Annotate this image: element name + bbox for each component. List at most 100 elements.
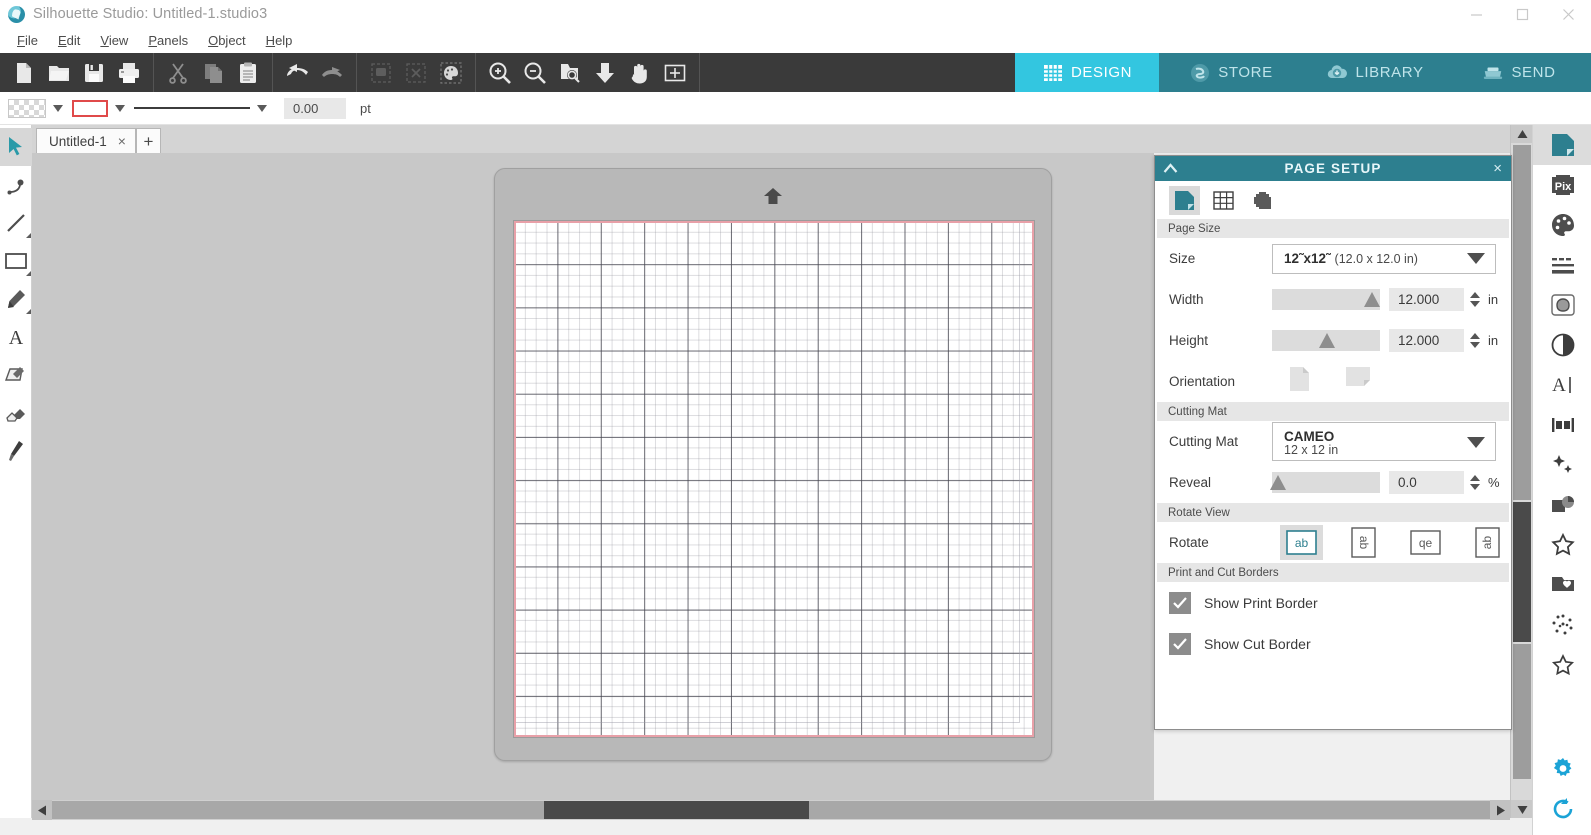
draw-tool[interactable]: [0, 280, 32, 318]
page-size-chevron-down-icon[interactable]: [1467, 253, 1485, 264]
text-tool[interactable]: A: [0, 318, 32, 356]
undo-arrow-icon[interactable]: [282, 58, 312, 88]
preferences-button[interactable]: [1533, 749, 1591, 789]
deselect-icon[interactable]: [401, 58, 431, 88]
orientation-portrait[interactable]: [1289, 366, 1310, 397]
mode-tab-send[interactable]: SEND: [1447, 53, 1591, 92]
text-style-panel-button[interactable]: A: [1533, 365, 1591, 405]
line-tool[interactable]: [0, 204, 32, 242]
menu-view[interactable]: View: [91, 30, 137, 51]
width-input[interactable]: 12.000: [1389, 288, 1464, 311]
fit-down-arrow-icon[interactable]: [590, 58, 620, 88]
draw-tool-flyout-icon[interactable]: [26, 309, 31, 314]
horizontal-scrollbar[interactable]: [32, 800, 1510, 820]
new-page-icon[interactable]: [9, 58, 39, 88]
redo-arrow-icon[interactable]: [317, 58, 347, 88]
copy-icon[interactable]: [198, 58, 228, 88]
hand-icon[interactable]: [625, 58, 655, 88]
sync-button[interactable]: [1533, 789, 1591, 829]
page-setup-panel-button[interactable]: [1533, 125, 1591, 165]
vertical-scrollbar-thumb-lower[interactable]: [1513, 644, 1531, 779]
select-tool[interactable]: [0, 128, 32, 166]
height-slider[interactable]: [1272, 330, 1380, 351]
scissors-icon[interactable]: [163, 58, 193, 88]
line-tool-flyout-icon[interactable]: [26, 233, 31, 238]
edit-points-tool[interactable]: [0, 166, 32, 204]
grid-tab[interactable]: [1208, 186, 1239, 215]
fit-page-icon[interactable]: [660, 58, 690, 88]
trace-tool[interactable]: [0, 356, 32, 394]
fill-color-swatch[interactable]: [8, 98, 46, 118]
eraser-tool[interactable]: [0, 394, 32, 432]
line-color-chevron-down-icon[interactable]: [115, 104, 125, 112]
document-tab-close-icon[interactable]: ×: [118, 133, 126, 149]
zoom-out-icon[interactable]: [520, 58, 550, 88]
new-tab-button[interactable]: +: [135, 128, 161, 153]
trace-palette-icon[interactable]: [436, 58, 466, 88]
line-thickness-input[interactable]: 0.00: [284, 97, 346, 119]
cutting-mat[interactable]: [494, 168, 1052, 761]
pixscan-panel-button[interactable]: Pix: [1533, 165, 1591, 205]
rectangle-tool-flyout-icon[interactable]: [26, 271, 31, 276]
chevron-up-icon[interactable]: [1163, 156, 1178, 181]
rectangle-tool[interactable]: [0, 242, 32, 280]
line-style-panel-button[interactable]: [1533, 245, 1591, 285]
height-input[interactable]: 12.000: [1389, 329, 1464, 352]
width-slider[interactable]: [1272, 289, 1380, 310]
cutting-mat-dropdown[interactable]: CAMEO 12 x 12 in: [1272, 422, 1496, 461]
library-panel-button[interactable]: [1533, 565, 1591, 605]
clipboard-icon[interactable]: [233, 58, 263, 88]
horizontal-scrollbar-thumb[interactable]: [544, 801, 809, 819]
menu-help[interactable]: Help: [257, 30, 302, 51]
align-panel-button[interactable]: [1533, 405, 1591, 445]
menu-object[interactable]: Object: [199, 30, 255, 51]
rotate-270[interactable]: ab: [1466, 525, 1509, 560]
line-style-chevron-down-icon[interactable]: [257, 104, 267, 112]
modify-panel-button[interactable]: [1533, 445, 1591, 485]
scroll-down-arrow-icon[interactable]: [1511, 800, 1533, 818]
minimize-button[interactable]: [1453, 0, 1499, 28]
scroll-right-arrow-icon[interactable]: [1490, 800, 1510, 820]
menu-panels[interactable]: Panels: [139, 30, 197, 51]
orientation-landscape[interactable]: [1345, 366, 1371, 397]
image-effects-panel-button[interactable]: [1533, 485, 1591, 525]
rotate-90[interactable]: ab: [1342, 525, 1385, 560]
vertical-scrollbar-thumb-upper[interactable]: [1513, 145, 1531, 500]
knife-tool[interactable]: [0, 432, 32, 470]
vertical-scrollbar-thumb[interactable]: [1513, 502, 1531, 642]
show-cut-border-checkbox[interactable]: [1169, 632, 1191, 655]
line-color-swatch[interactable]: [72, 99, 108, 117]
stipple-panel-button[interactable]: [1533, 605, 1591, 645]
rotate-0[interactable]: ab: [1280, 525, 1323, 560]
floppy-save-icon[interactable]: [79, 58, 109, 88]
reveal-slider[interactable]: [1270, 472, 1380, 493]
mat-grid-area[interactable]: [513, 220, 1035, 738]
maximize-button[interactable]: [1499, 0, 1545, 28]
mode-tab-library[interactable]: LIBRARY: [1303, 53, 1447, 92]
vertical-scrollbar[interactable]: [1510, 125, 1533, 818]
scroll-up-arrow-icon[interactable]: [1511, 125, 1533, 143]
transparency-panel-button[interactable]: [1533, 325, 1591, 365]
my-designs-panel-button[interactable]: [1533, 645, 1591, 685]
width-stepper[interactable]: [1469, 292, 1481, 307]
reveal-input[interactable]: 0.0: [1389, 471, 1464, 494]
menu-file[interactable]: File: [8, 30, 47, 51]
height-stepper[interactable]: [1469, 333, 1481, 348]
height-slider-knob[interactable]: [1319, 333, 1335, 348]
cutting-mat-chevron-down-icon[interactable]: [1467, 437, 1485, 448]
page-size-dropdown[interactable]: 12˜x12˜ (12.0 x 12.0 in): [1272, 243, 1496, 274]
registration-marks-tab[interactable]: [1247, 186, 1278, 215]
folder-open-icon[interactable]: [44, 58, 74, 88]
printer-icon[interactable]: [114, 58, 144, 88]
line-style-preview[interactable]: [134, 101, 250, 115]
fill-color-chevron-down-icon[interactable]: [53, 104, 63, 112]
zoom-region-icon[interactable]: [555, 58, 585, 88]
zoom-in-icon[interactable]: [485, 58, 515, 88]
reveal-slider-knob[interactable]: [1270, 475, 1286, 490]
width-slider-knob[interactable]: [1364, 292, 1380, 307]
panel-close-icon[interactable]: ×: [1493, 156, 1502, 181]
document-tab[interactable]: Untitled-1 ×: [36, 128, 136, 153]
rotate-180[interactable]: qe: [1404, 525, 1447, 560]
mode-tab-design[interactable]: DESIGN: [1015, 53, 1159, 92]
show-print-border-checkbox[interactable]: [1169, 591, 1191, 614]
